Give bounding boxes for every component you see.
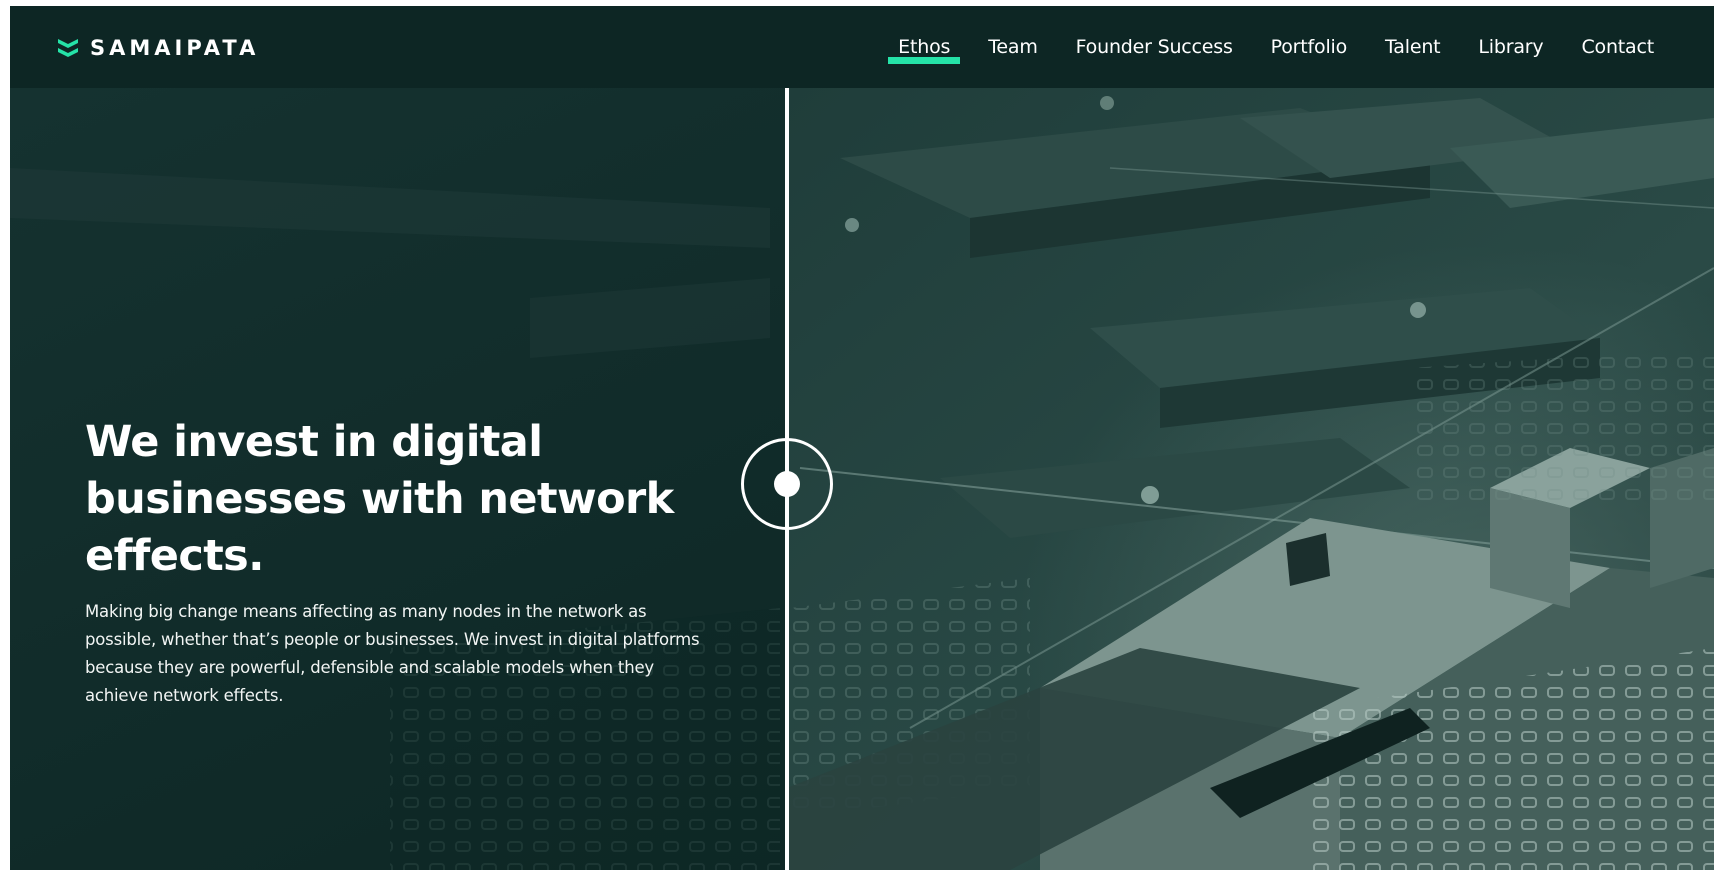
logo[interactable]: SAMAIPATA: [56, 32, 259, 64]
comparison-slider-handle[interactable]: [741, 438, 833, 530]
slider-handle-dot: [774, 471, 800, 497]
nav-item-team[interactable]: Team: [988, 36, 1038, 58]
nav-item-library[interactable]: Library: [1478, 36, 1543, 58]
hero-section: We invest in digital businesses with net…: [10, 88, 1714, 870]
brand-name: SAMAIPATA: [90, 36, 260, 60]
nav-item-contact[interactable]: Contact: [1581, 36, 1654, 58]
nav-item-portfolio[interactable]: Portfolio: [1271, 36, 1348, 58]
site-header: SAMAIPATA Ethos Team Founder Success Por…: [10, 6, 1714, 88]
main-nav: Ethos Team Founder Success Portfolio Tal…: [888, 6, 1654, 88]
hero-description: Making big change means affecting as man…: [85, 602, 700, 705]
page-frame: SAMAIPATA Ethos Team Founder Success Por…: [10, 6, 1714, 870]
headline-line: We invest in digital: [85, 417, 543, 467]
headline-line: businesses with network: [85, 474, 674, 524]
nav-item-talent[interactable]: Talent: [1385, 36, 1441, 58]
logo-mark-icon: [58, 39, 78, 57]
nav-item-founder-success[interactable]: Founder Success: [1076, 36, 1233, 58]
hero-headline: We invest in digital businesses with net…: [85, 414, 725, 585]
nav-item-ethos[interactable]: Ethos: [888, 36, 961, 64]
headline-line: effects.: [85, 531, 265, 581]
